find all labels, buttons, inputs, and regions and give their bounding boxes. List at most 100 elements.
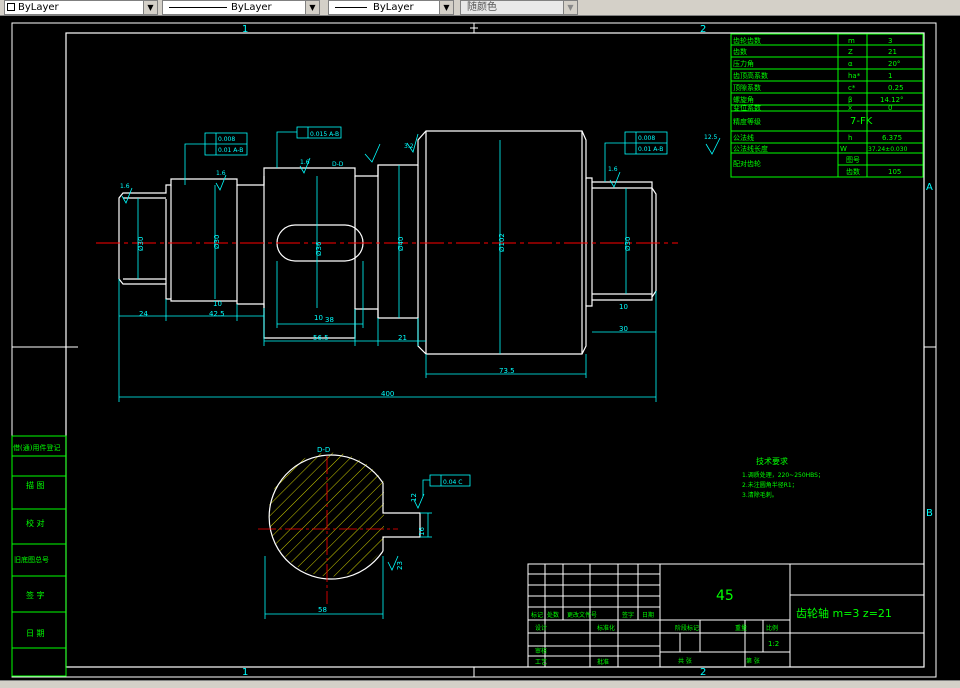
param-val-normal-length: 37.24±0.030 <box>868 146 908 153</box>
zone-label-bottom-1: 1 <box>242 667 248 678</box>
zone-label-right-b: B <box>926 508 933 519</box>
chevron-down-icon[interactable]: ▼ <box>143 1 157 14</box>
side-item-check: 校 对 <box>26 518 45 528</box>
zone-label-top-2: 2 <box>700 24 706 35</box>
param-label-accuracy: 精度等级 <box>733 117 761 126</box>
tech-req-title: 技术要求 <box>756 456 788 466</box>
title-label-approve: 批准 <box>597 658 609 666</box>
title-label-review: 审核 <box>535 647 547 655</box>
title-label-std: 标准化 <box>597 624 615 632</box>
param-label-shift: 变位系数 <box>733 103 761 112</box>
param-sym-teeth: Z <box>848 48 853 56</box>
tech-req-line-3: 3.清除毛刺。 <box>742 491 778 499</box>
roughness-3-2: 3.2 <box>404 143 414 150</box>
param-sym-helix-angle: β <box>848 96 852 104</box>
linetype-select-value: ByLayer <box>231 2 272 13</box>
title-label-date: 日期 <box>642 611 654 619</box>
properties-toolbar: ByLayer ▼ ByLayer ▼ ByLayer ▼ 随颜色 ▼ <box>0 0 960 16</box>
chevron-down-icon: ▼ <box>563 1 577 14</box>
param-label-pressure-angle: 压力角 <box>733 59 754 68</box>
param-label-addendum: 齿顶高系数 <box>733 71 768 80</box>
zone-label-right-a: A <box>926 182 933 193</box>
dim-length-3: 10 <box>213 300 222 308</box>
side-item-tracing: 描 图 <box>26 480 45 490</box>
title-label-process: 工艺 <box>535 658 547 666</box>
param-sym-shift: x <box>848 104 852 112</box>
title-label-scale: 比例 <box>766 624 778 632</box>
tolerance-section: 0.04 C <box>443 479 462 486</box>
chevron-down-icon[interactable]: ▼ <box>439 1 453 14</box>
dim-length-7: 73.5 <box>499 367 515 375</box>
title-label-weight: 重量 <box>735 624 747 632</box>
color-select[interactable]: ByLayer ▼ <box>4 0 158 15</box>
param-val-shift: 0 <box>888 104 892 112</box>
color-select-value: ByLayer <box>18 2 59 13</box>
param-val-accuracy: 7-FK <box>850 116 873 127</box>
color-swatch-icon <box>7 3 15 11</box>
title-part-name: 齿轮轴 m=3 z=21 <box>796 606 892 620</box>
linetype-select[interactable]: ByLayer ▼ <box>162 0 320 15</box>
dim-diameter-5: Ø102 <box>498 233 506 252</box>
title-label-sheets: 共 张 <box>678 657 692 665</box>
dim-keyway-diameter: Ø36 <box>315 241 323 256</box>
dim-length-6: 21 <box>398 334 407 342</box>
param-label-helix-angle: 螺旋角 <box>733 95 754 104</box>
section-cut-label: D-D <box>332 161 344 168</box>
title-label-mark: 标记 <box>531 611 543 619</box>
tolerance-runout-4: 0.01 A-B <box>638 146 663 153</box>
param-sym-clearance: c* <box>848 84 856 92</box>
drawing-canvas[interactable]: 1 2 1 2 A B 齿轮齿数 m 3 齿数 Z 21 压力角 α 20° 齿… <box>0 16 960 680</box>
param-label-module: 齿轮齿数 <box>733 36 761 45</box>
chevron-down-icon[interactable]: ▼ <box>305 1 319 14</box>
dim-length-8: 30 <box>619 325 628 333</box>
roughness-1-6-a: 1.6 <box>120 183 130 190</box>
roughness-1-6-b: 1.6 <box>216 170 226 177</box>
param-val-teeth: 21 <box>888 48 897 56</box>
lineweight-select[interactable]: ByLayer ▼ <box>328 0 454 15</box>
dim-keyway-length: 38 <box>325 316 334 324</box>
param-sym-mating-teeth: 齿数 <box>846 167 860 176</box>
param-val-helix-angle: 14.12° <box>880 96 904 104</box>
param-val-addendum: 1 <box>888 72 892 80</box>
param-sym-module: m <box>848 37 855 45</box>
dim-diameter-4: Ø40 <box>397 237 405 251</box>
title-label-doc: 更改文件号 <box>567 611 597 619</box>
title-label-stage: 阶段标记 <box>675 624 699 632</box>
param-label-mating-gear: 配对齿轮 <box>733 159 761 168</box>
horizontal-scrollbar[interactable] <box>0 680 960 688</box>
dim-length-1: 24 <box>139 310 148 318</box>
param-sym-addendum: ha* <box>848 72 861 80</box>
plotstyle-select-value: 随颜色 <box>467 2 497 13</box>
dim-diameter-6: Ø30 <box>624 237 632 251</box>
param-label-normal-length: 公法线长度 <box>733 144 768 153</box>
dim-diameter-2: Ø30 <box>213 235 221 249</box>
section-dim-key: 12 <box>410 493 418 502</box>
linetype-sample-icon <box>169 7 227 8</box>
section-dim-depth: 16 <box>418 527 426 536</box>
param-sym-common-normal: h <box>848 134 852 142</box>
param-sym-normal-length: W <box>840 145 847 153</box>
param-val-clearance: 0.25 <box>888 84 904 92</box>
roughness-1-6-c: 1.6 <box>300 159 310 166</box>
param-label-teeth: 齿数 <box>733 47 747 56</box>
title-label-design: 设计 <box>535 624 547 632</box>
title-material: 45 <box>716 588 734 604</box>
param-label-common-normal: 公法线 <box>733 133 754 142</box>
tolerance-runout-1: 0.008 <box>218 136 235 143</box>
tolerance-symmetry: 0.015 A-B <box>310 131 339 138</box>
title-label-sheet: 第 张 <box>746 657 760 665</box>
dim-length-5: 56.5 <box>313 334 329 342</box>
dim-length-9: 10 <box>619 303 628 311</box>
tolerance-runout-2: 0.01 A-B <box>218 147 243 154</box>
tolerance-runout-3: 0.008 <box>638 135 655 142</box>
param-sym-mating-drawing: 图号 <box>846 156 860 164</box>
param-sym-pressure-angle: α <box>848 60 853 68</box>
param-val-module: 3 <box>888 37 892 45</box>
section-dim-angle: 23 <box>396 561 404 570</box>
param-val-common-normal: 6.375 <box>882 134 902 142</box>
dim-diameter-1: Ø30 <box>137 237 145 251</box>
tech-req-line-2: 2.未注圆角半径R1； <box>742 481 798 489</box>
title-label-count: 处数 <box>547 611 559 619</box>
title-scale: 1:2 <box>768 640 779 648</box>
side-item-old-number: 旧底图总号 <box>14 555 49 564</box>
